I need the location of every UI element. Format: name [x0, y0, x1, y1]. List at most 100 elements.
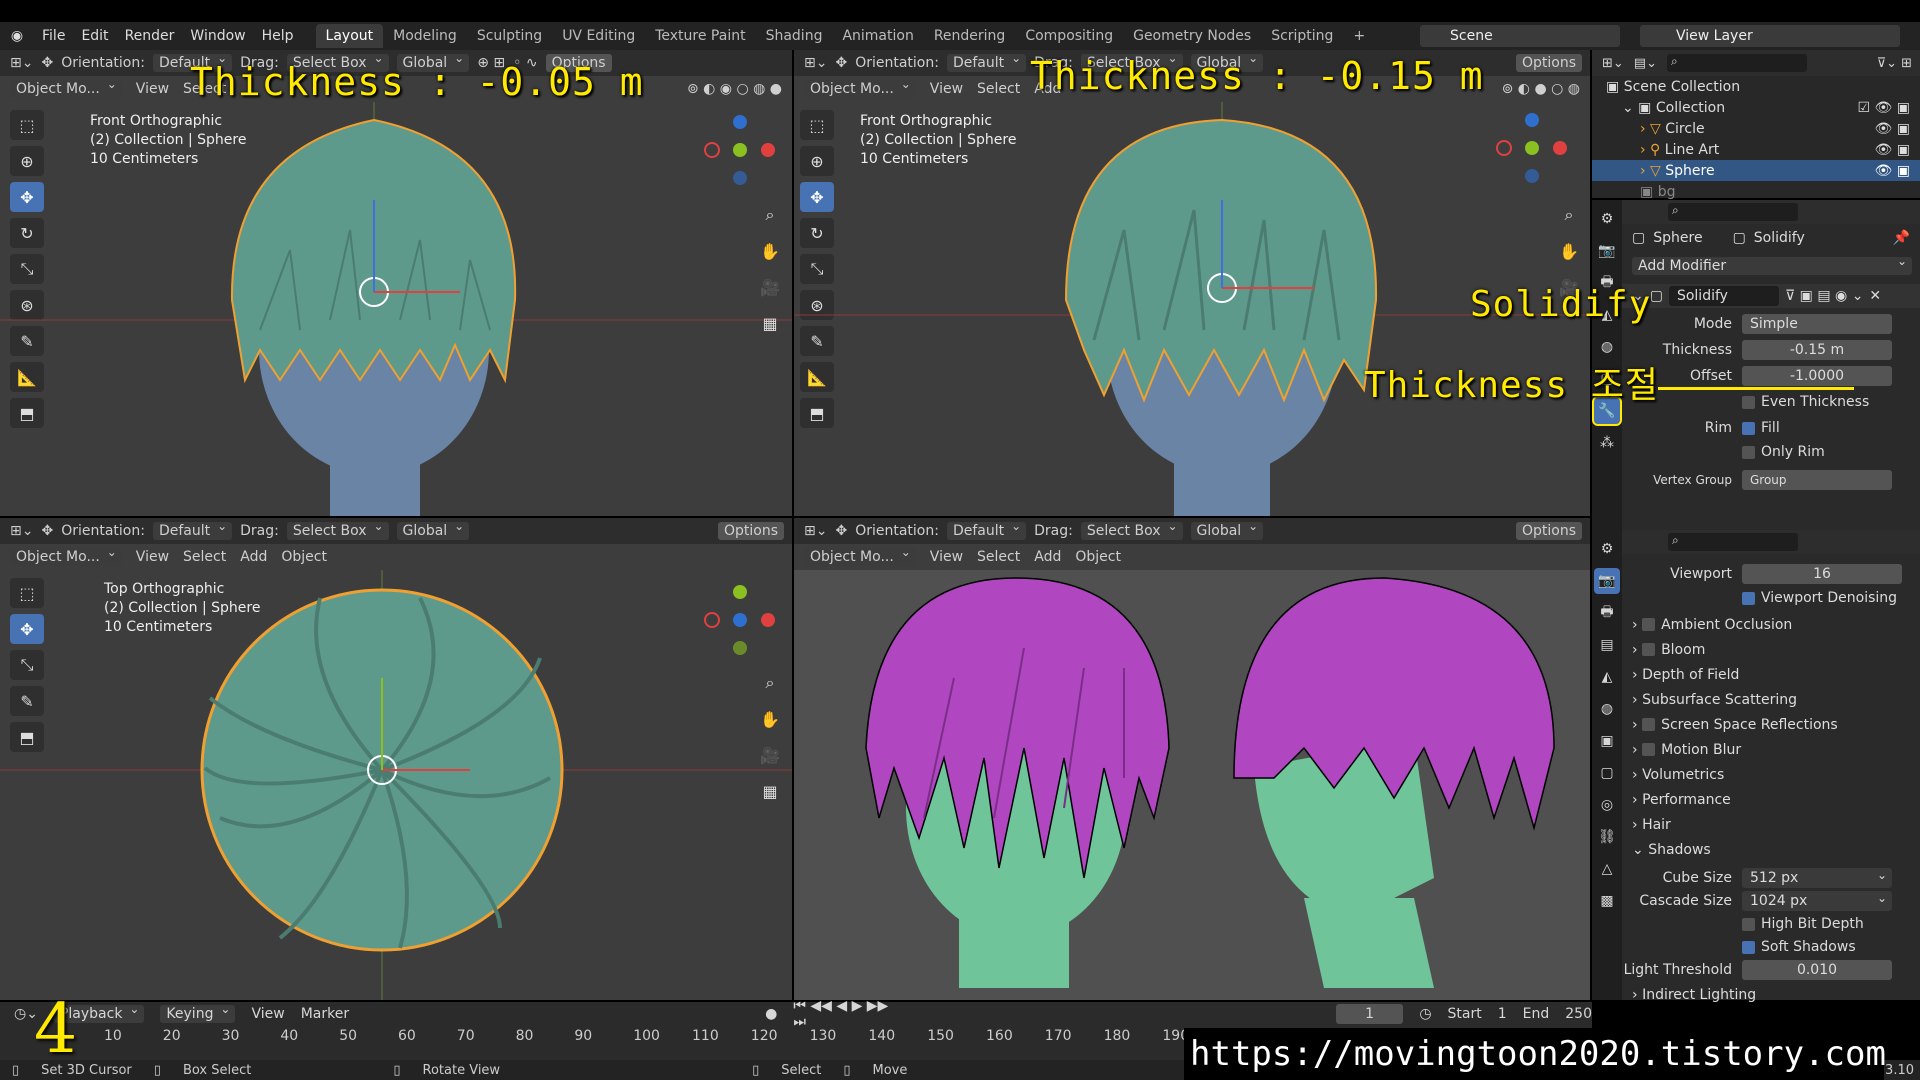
outliner-scene-collection[interactable]: ▣ Scene Collection — [1592, 76, 1920, 97]
collection-tab-icon[interactable]: ▣ — [1594, 728, 1620, 754]
navigation-gizmo[interactable] — [700, 580, 780, 660]
outliner-item-circle[interactable]: › ▽ Circle 👁 ▣ — [1592, 118, 1920, 139]
viewport-bottom-right[interactable]: ⊞⌄ ✥ Orientation: Default Drag: Select B… — [794, 518, 1590, 1000]
section-indirect-lighting[interactable]: › Indirect Lighting — [1622, 982, 1920, 1007]
section-bloom[interactable]: › Bloom — [1622, 637, 1920, 662]
motion-blur-checkbox[interactable] — [1642, 743, 1656, 756]
outliner-item-line-art[interactable]: › ⚲ Line Art 👁 ▣ — [1592, 139, 1920, 160]
cascade-size-dropdown[interactable]: 1024 px — [1742, 888, 1892, 911]
zoom-icon[interactable]: ⌕ — [755, 200, 785, 230]
tab-layout[interactable]: Layout — [315, 24, 384, 48]
render-tab-icon[interactable]: 📷 — [1594, 568, 1620, 594]
fill-checkbox[interactable] — [1742, 421, 1755, 435]
viewport-denoising-checkbox[interactable] — [1742, 591, 1755, 605]
tool-tab-icon[interactable]: ⚙ — [1594, 206, 1620, 232]
search-properties-input[interactable]: ⌕ — [1668, 533, 1798, 551]
soft-shadows-checkbox[interactable] — [1742, 940, 1755, 954]
viewport-top-left[interactable]: ⊞⌄ ✥ Orientation: Default Drag: Select B… — [0, 50, 792, 516]
tab-animation[interactable]: Animation — [832, 24, 923, 48]
section-subsurface-scattering[interactable]: › Subsurface Scattering — [1622, 687, 1920, 712]
blender-logo-icon[interactable]: ◉ — [0, 22, 34, 50]
constraints-tab-icon[interactable]: ⛓ — [1594, 824, 1620, 850]
row-high-bit-depth[interactable]: High Bit Depth — [1622, 912, 1920, 936]
current-frame-field[interactable]: 1 — [1335, 1004, 1404, 1024]
ortho-grid-icon[interactable]: ▦ — [755, 308, 785, 338]
render-tab-icon[interactable]: 📷 — [1594, 238, 1620, 264]
pin-icon[interactable]: 📌 — [1893, 230, 1910, 246]
viewport-top-right[interactable]: ⊞⌄ ✥ Orientation: Default Drag: Select B… — [794, 50, 1590, 516]
world-tab-icon[interactable]: ◍ — [1594, 696, 1620, 722]
object-tab-icon[interactable]: ▢ — [1594, 760, 1620, 786]
expand-arrow-icon[interactable]: ⌄ ▣ — [1622, 100, 1656, 116]
navigation-gizmo[interactable] — [1492, 108, 1572, 188]
camera-view-icon[interactable]: 🎥 — [755, 740, 785, 770]
section-volumetrics[interactable]: › Volumetrics — [1622, 762, 1920, 787]
only-rim-checkbox[interactable] — [1742, 445, 1755, 459]
ortho-grid-icon[interactable]: ▦ — [755, 776, 785, 806]
view-menu[interactable]: View — [251, 1006, 284, 1022]
visibility-icons[interactable]: 👁 ▣ — [1875, 121, 1910, 137]
section-motion-blur[interactable]: › Motion Blur — [1622, 737, 1920, 762]
row-only-rim[interactable]: Only Rim — [1622, 440, 1920, 464]
menu-window[interactable]: Window — [182, 22, 253, 50]
pan-hand-icon[interactable]: ✋ — [1554, 236, 1584, 266]
bloom-checkbox[interactable] — [1642, 643, 1656, 656]
section-shadows[interactable]: ⌄ Shadows — [1622, 837, 1920, 862]
ao-checkbox[interactable] — [1642, 618, 1656, 631]
search-properties-input[interactable]: ⌕ — [1668, 203, 1798, 221]
physics-tab-icon[interactable]: ◎ — [1594, 792, 1620, 818]
display-mode-icon[interactable]: ▤⌄ — [1634, 56, 1657, 71]
menu-edit[interactable]: Edit — [73, 22, 116, 50]
data-tab-icon[interactable]: △ — [1594, 856, 1620, 882]
offset-field[interactable]: -1.0000 — [1742, 366, 1892, 386]
section-depth-of-field[interactable]: › Depth of Field — [1622, 662, 1920, 687]
row-viewport-denoising[interactable]: Viewport Denoising — [1622, 586, 1920, 610]
visibility-icons[interactable]: 👁 ▣ — [1875, 142, 1910, 158]
marker-menu[interactable]: Marker — [301, 1006, 349, 1022]
viewport-bottom-left[interactable]: ⊞⌄ ✥ Orientation: Default Drag: Select B… — [0, 518, 792, 1000]
section-performance[interactable]: › Performance — [1622, 787, 1920, 812]
scene-selector[interactable]: Scene — [1420, 25, 1620, 47]
modifier-toggle-icons[interactable]: ⊽ ▣ ▤ ◉ ⌄ — [1785, 288, 1863, 304]
scene-tab-icon[interactable]: ◭ — [1594, 664, 1620, 690]
ssr-checkbox[interactable] — [1642, 718, 1656, 731]
outliner-search-input[interactable]: ⌕ — [1666, 54, 1807, 72]
cube-size-dropdown[interactable]: 512 px — [1742, 865, 1892, 888]
tab-texture-paint[interactable]: Texture Paint — [645, 24, 755, 48]
view-layer-selector[interactable]: View Layer — [1640, 25, 1900, 47]
visibility-icons[interactable]: 👁 ▣ — [1875, 163, 1910, 179]
row-soft-shadows[interactable]: Soft Shadows — [1622, 935, 1920, 959]
visibility-icons[interactable]: ☑ 👁 ▣ — [1858, 100, 1910, 116]
add-modifier-dropdown[interactable]: Add Modifier — [1622, 254, 1920, 278]
texture-tab-icon[interactable]: ▩ — [1594, 888, 1620, 914]
modifier-name-input[interactable]: Solidify — [1668, 286, 1779, 306]
add-workspace-icon[interactable]: + — [1343, 24, 1375, 48]
menu-file[interactable]: File — [34, 22, 73, 50]
light-threshold-field[interactable]: 0.010 — [1742, 960, 1892, 980]
tab-modeling[interactable]: Modeling — [383, 24, 467, 48]
menu-render[interactable]: Render — [117, 22, 183, 50]
high-bit-depth-checkbox[interactable] — [1742, 917, 1755, 931]
menu-help[interactable]: Help — [254, 22, 302, 50]
section-hair[interactable]: › Hair — [1622, 812, 1920, 837]
add-modifier-label[interactable]: Add Modifier — [1632, 254, 1912, 275]
camera-view-icon[interactable]: 🎥 — [755, 272, 785, 302]
tab-rendering[interactable]: Rendering — [924, 24, 1016, 48]
tab-uv-editing[interactable]: UV Editing — [552, 24, 645, 48]
clock-icon[interactable]: ◷ — [1419, 1006, 1431, 1022]
remove-modifier-icon[interactable]: ✕ — [1869, 288, 1881, 304]
row-even-thickness[interactable]: Even Thickness — [1622, 390, 1920, 414]
outliner-item-sphere[interactable]: › ▽ Sphere 👁 ▣ — [1592, 160, 1920, 181]
keying-menu[interactable]: Keying — [160, 1002, 236, 1023]
tab-sculpting[interactable]: Sculpting — [467, 24, 552, 48]
even-thickness-checkbox[interactable] — [1742, 395, 1755, 409]
tab-scripting[interactable]: Scripting — [1261, 24, 1343, 48]
navigation-gizmo[interactable] — [700, 110, 780, 190]
vertex-group-field[interactable]: Group — [1742, 470, 1892, 490]
end-field[interactable]: 250 — [1565, 1006, 1592, 1022]
row-rim-fill[interactable]: Rim Fill — [1622, 416, 1920, 440]
start-field[interactable]: 1 — [1498, 1006, 1507, 1022]
tab-shading[interactable]: Shading — [756, 24, 833, 48]
mode-dropdown[interactable]: Simple — [1742, 314, 1892, 334]
pan-hand-icon[interactable]: ✋ — [755, 704, 785, 734]
